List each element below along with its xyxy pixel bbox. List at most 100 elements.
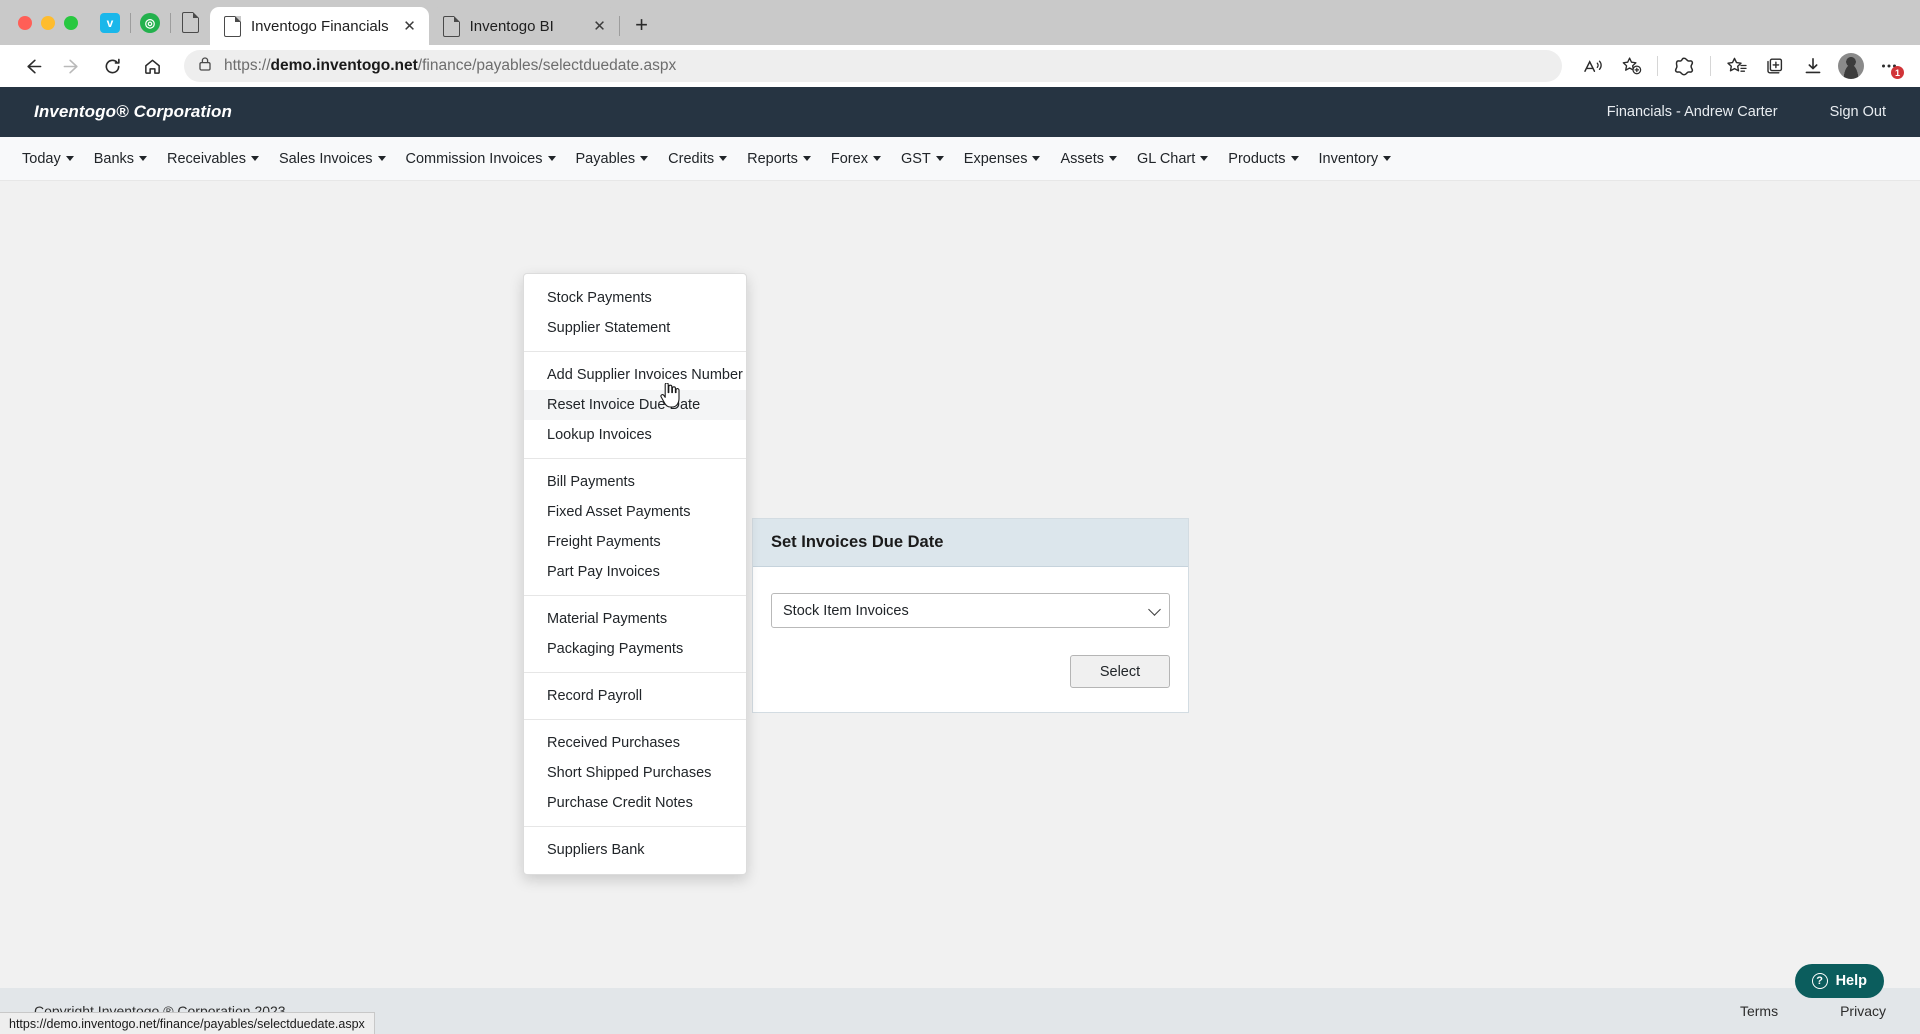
- chevron-down-icon: [66, 156, 74, 161]
- doc-pinned-tab[interactable]: [170, 4, 210, 42]
- select-button[interactable]: Select: [1070, 655, 1170, 688]
- dropdown-item-stock-payments[interactable]: Stock Payments: [524, 283, 746, 313]
- toolbar-divider: [1657, 56, 1658, 76]
- dropdown-item-add-supplier-invoices-number[interactable]: Add Supplier Invoices Number: [524, 360, 746, 390]
- browser-nav-bar: https://demo.inventogo.net/finance/payab…: [0, 45, 1920, 87]
- help-button[interactable]: ? Help: [1795, 964, 1884, 998]
- menu-item-credits[interactable]: Credits: [658, 145, 737, 173]
- tab-favicon-page-icon: [224, 16, 241, 37]
- chevron-down-icon: [251, 156, 259, 161]
- menu-item-receivables[interactable]: Receivables: [157, 145, 269, 173]
- chevron-down-icon: [548, 156, 556, 161]
- header-right-links: Financials - Andrew Carter Sign Out: [1607, 104, 1886, 120]
- brand-title: Inventogo® Corporation: [34, 102, 232, 122]
- read-aloud-icon[interactable]: [1576, 50, 1610, 82]
- dropdown-item-reset-invoice-due-date[interactable]: Reset Invoice Due Date: [524, 390, 746, 420]
- menu-separator: [524, 719, 746, 720]
- tab-title: Inventogo Financials: [251, 18, 389, 35]
- menu-item-label: Assets: [1060, 151, 1104, 167]
- vimeo-icon: v: [100, 13, 120, 33]
- chevron-down-icon: [803, 156, 811, 161]
- dropdown-item-packaging-payments[interactable]: Packaging Payments: [524, 634, 746, 664]
- terms-link[interactable]: Terms: [1740, 1003, 1778, 1019]
- menu-item-label: Forex: [831, 151, 868, 167]
- maximize-window-button[interactable]: [64, 16, 78, 30]
- tab-inventogo-financials[interactable]: Inventogo Financials ✕: [210, 7, 429, 45]
- menu-item-sales-invoices[interactable]: Sales Invoices: [269, 145, 396, 173]
- menu-separator: [524, 351, 746, 352]
- tab-close-icon[interactable]: ✕: [399, 15, 421, 37]
- dropdown-item-received-purchases[interactable]: Received Purchases: [524, 728, 746, 758]
- menu-item-assets[interactable]: Assets: [1050, 145, 1127, 173]
- invoice-type-select[interactable]: Stock Item Invoices: [771, 593, 1170, 628]
- chevron-down-icon: [640, 156, 648, 161]
- browser-chrome: v ◎ Inventogo Financials ✕ Inventogo BI …: [0, 0, 1920, 87]
- dropdown-item-bill-payments[interactable]: Bill Payments: [524, 467, 746, 497]
- dropdown-item-purchase-credit-notes[interactable]: Purchase Credit Notes: [524, 788, 746, 818]
- chevron-down-icon: [936, 156, 944, 161]
- menu-item-label: Credits: [668, 151, 714, 167]
- browser-essentials-icon[interactable]: [1667, 50, 1701, 82]
- collections-icon[interactable]: [1758, 50, 1792, 82]
- dropdown-item-fixed-asset-payments[interactable]: Fixed Asset Payments: [524, 497, 746, 527]
- add-favorite-icon[interactable]: [1614, 50, 1648, 82]
- dropdown-item-lookup-invoices[interactable]: Lookup Invoices: [524, 420, 746, 450]
- settings-more-icon[interactable]: 1: [1872, 50, 1906, 82]
- menu-separator: [524, 595, 746, 596]
- vimeo-pinned-tab[interactable]: v: [90, 4, 130, 42]
- chevron-down-icon: [719, 156, 727, 161]
- menu-item-today[interactable]: Today: [12, 145, 84, 173]
- green-pinned-tab[interactable]: ◎: [130, 4, 170, 42]
- forward-icon[interactable]: [54, 50, 90, 82]
- dropdown-item-part-pay-invoices[interactable]: Part Pay Invoices: [524, 557, 746, 587]
- sign-out-link[interactable]: Sign Out: [1830, 104, 1886, 120]
- menu-item-label: Payables: [576, 151, 636, 167]
- chevron-down-icon: [1109, 156, 1117, 161]
- menu-item-banks[interactable]: Banks: [84, 145, 157, 173]
- address-bar[interactable]: https://demo.inventogo.net/finance/payab…: [184, 50, 1562, 82]
- green-app-icon: ◎: [140, 13, 160, 33]
- chevron-down-icon: [873, 156, 881, 161]
- dropdown-item-record-payroll[interactable]: Record Payroll: [524, 681, 746, 711]
- tab-close-icon[interactable]: ✕: [589, 15, 611, 37]
- card-actions: Select: [771, 655, 1170, 688]
- menu-item-reports[interactable]: Reports: [737, 145, 821, 173]
- menu-item-commission-invoices[interactable]: Commission Invoices: [396, 145, 566, 173]
- menu-item-payables[interactable]: Payables: [566, 145, 659, 173]
- user-account-link[interactable]: Financials - Andrew Carter: [1607, 104, 1778, 120]
- content-area: Set Invoices Due Date Stock Item Invoice…: [0, 181, 1920, 233]
- menu-item-label: GST: [901, 151, 931, 167]
- invoice-type-select-wrapper: Stock Item Invoices: [771, 593, 1170, 628]
- page-icon: [182, 12, 199, 33]
- menu-item-expenses[interactable]: Expenses: [954, 145, 1051, 173]
- menu-item-label: Receivables: [167, 151, 246, 167]
- menu-item-products[interactable]: Products: [1218, 145, 1308, 173]
- tab-inventogo-bi[interactable]: Inventogo BI ✕: [429, 7, 619, 45]
- new-tab-button[interactable]: +: [625, 8, 659, 42]
- menu-item-gst[interactable]: GST: [891, 145, 954, 173]
- favorites-icon[interactable]: [1720, 50, 1754, 82]
- dropdown-item-freight-payments[interactable]: Freight Payments: [524, 527, 746, 557]
- minimize-window-button[interactable]: [41, 16, 55, 30]
- lock-icon: [198, 56, 212, 77]
- chevron-down-icon: [1032, 156, 1040, 161]
- privacy-link[interactable]: Privacy: [1840, 1003, 1886, 1019]
- close-window-button[interactable]: [18, 16, 32, 30]
- tab-favicon-page-icon: [443, 16, 460, 37]
- chevron-down-icon: [139, 156, 147, 161]
- reload-icon[interactable]: [94, 50, 130, 82]
- dropdown-item-material-payments[interactable]: Material Payments: [524, 604, 746, 634]
- menu-item-label: Reports: [747, 151, 798, 167]
- downloads-icon[interactable]: [1796, 50, 1830, 82]
- menu-item-label: Banks: [94, 151, 134, 167]
- menu-item-gl-chart[interactable]: GL Chart: [1127, 145, 1218, 173]
- profile-avatar[interactable]: [1834, 50, 1868, 82]
- dropdown-item-supplier-statement[interactable]: Supplier Statement: [524, 313, 746, 343]
- menu-item-forex[interactable]: Forex: [821, 145, 891, 173]
- toolbar-divider: [1710, 56, 1711, 76]
- home-icon[interactable]: [134, 50, 170, 82]
- back-icon[interactable]: [14, 50, 50, 82]
- dropdown-item-suppliers-bank[interactable]: Suppliers Bank: [524, 835, 746, 865]
- dropdown-item-short-shipped-purchases[interactable]: Short Shipped Purchases: [524, 758, 746, 788]
- menu-item-inventory[interactable]: Inventory: [1309, 145, 1402, 173]
